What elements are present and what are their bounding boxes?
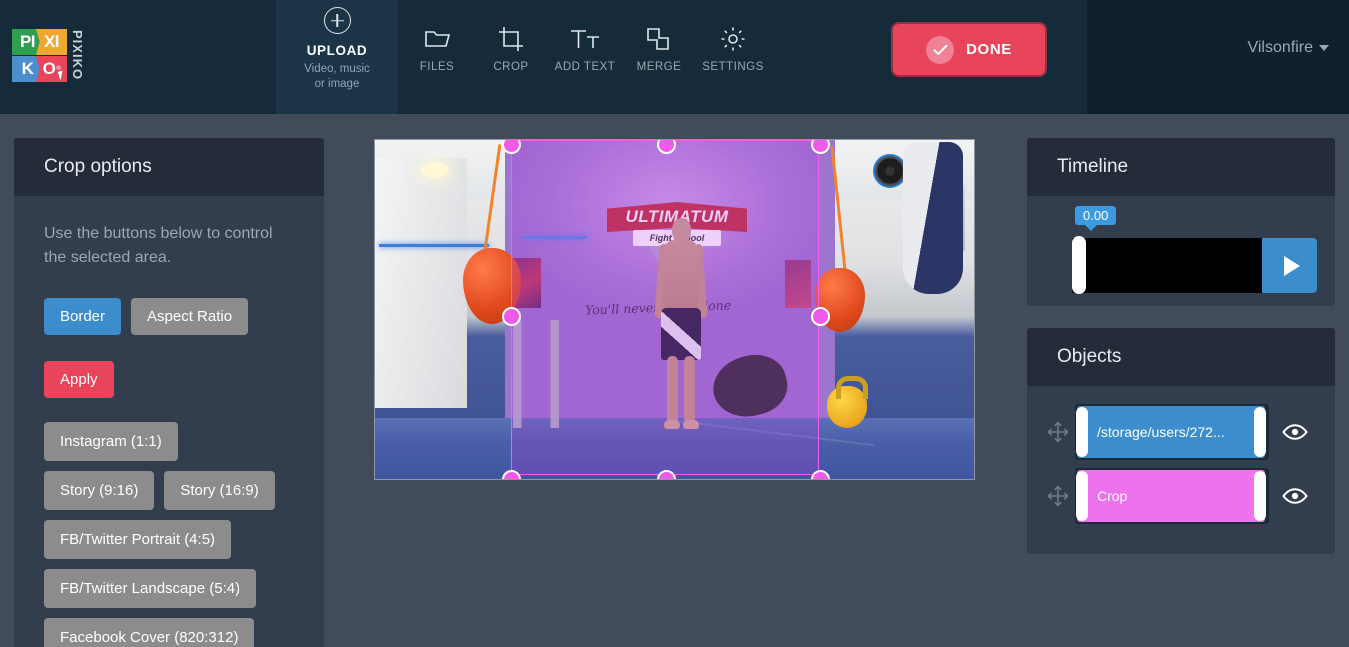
tool-label-merge: MERGE [636,61,682,73]
upload-subtitle: Video, music or image [304,62,370,92]
tool-label-add-text: ADD TEXT [554,61,616,73]
eye-icon[interactable] [1269,487,1321,505]
kettlebell [827,376,868,428]
tool-add-text[interactable]: ADD TEXT [548,22,622,73]
object-label-media: /storage/users/272... [1097,424,1225,440]
panel-title: Crop options [44,156,152,177]
preset-fb-twitter-landscape-5-4[interactable]: FB/Twitter Landscape (5:4) [44,569,257,608]
play-icon [1283,255,1300,276]
wall-fan [873,154,907,188]
upload-subtitle-line2: or image [314,78,360,90]
app-logo[interactable]: PI XI K O ® PIXIKO [12,29,92,83]
tool-settings[interactable]: SETTINGS [696,22,770,73]
preset-story-16-9[interactable]: Story (16:9) [164,471,275,510]
chevron-down-icon [1319,45,1329,51]
heavy-punching-bag [903,142,963,294]
objects-panel: Objects /storage/users/272... Crop [1027,328,1335,554]
objects-header: Objects [1027,328,1335,386]
timeline-body: 0.00 [1027,196,1335,306]
tool-files[interactable]: FILES [400,22,474,73]
crop-handle-top-center[interactable] [657,140,676,154]
object-bar-media[interactable]: /storage/users/272... [1076,406,1266,458]
folder-icon [424,22,451,56]
neon-strip-left [379,244,489,247]
object-row-crop: Crop [1041,468,1321,524]
crop-mode-buttons: Border Aspect Ratio [44,298,294,335]
crop-options-hint: Use the buttons below to control the sel… [44,225,273,266]
user-menu[interactable]: Vilsonfire [1247,39,1329,57]
object-track-crop[interactable]: Crop [1075,468,1269,524]
preset-story-9-16[interactable]: Story (9:16) [44,471,155,510]
object-bar-crop[interactable]: Crop [1076,470,1266,522]
toolbar: FILES CROP ADD TEXT MERGE SETTINGS [400,22,770,73]
move-icon[interactable] [1041,485,1075,507]
crop-options-header: Crop options [14,138,324,196]
crop-options-panel: Crop options Use the buttons below to co… [14,138,324,647]
crop-handle-bottom-center[interactable] [657,470,676,479]
object-resize-handle-right[interactable] [1254,407,1266,457]
timeline-playhead[interactable] [1072,236,1086,294]
object-row-media: /storage/users/272... [1041,404,1321,460]
tool-label-crop: CROP [493,61,529,73]
object-resize-handle-left[interactable] [1076,471,1088,521]
object-track-media[interactable]: /storage/users/272... [1075,404,1269,460]
play-button[interactable] [1262,238,1317,293]
tool-merge[interactable]: MERGE [622,22,696,73]
object-resize-handle-left[interactable] [1076,407,1088,457]
eye-icon[interactable] [1269,423,1321,441]
objects-body: /storage/users/272... Crop [1027,386,1335,554]
timeline-panel: Timeline 0.00 [1027,138,1335,306]
timeline-track[interactable] [1072,238,1262,293]
app-header: PI XI K O ® PIXIKO UPLOAD Video, music or… [0,0,1349,114]
tool-label-settings: SETTINGS [702,61,764,73]
tool-crop[interactable]: CROP [474,22,548,73]
move-icon[interactable] [1041,421,1075,443]
upload-button[interactable]: UPLOAD Video, music or image [276,0,398,114]
objects-title: Objects [1057,346,1122,367]
right-column: Timeline 0.00 Objects /storage/users/272… [1027,138,1335,576]
pixiko-editor-app: PI XI K O ® PIXIKO UPLOAD Video, music or… [0,0,1349,647]
preset-facebook-cover-820-312[interactable]: Facebook Cover (820:312) [44,618,255,647]
crop-handle-top-left[interactable] [502,140,521,154]
video-canvas[interactable]: ULTIMATUM Fight School You'll never walk… [374,139,975,480]
apply-row: Apply [44,361,294,398]
crop-options-body: Use the buttons below to control the sel… [14,196,324,647]
aspect-preset-list: Instagram (1:1) Story (9:16) Story (16:9… [44,422,294,647]
text-size-icon [569,22,601,56]
preset-fb-twitter-portrait-4-5[interactable]: FB/Twitter Portrait (4:5) [44,520,232,559]
apply-button[interactable]: Apply [44,361,114,398]
logo-vertical-text: PIXIKO [70,30,85,81]
gear-icon [720,22,746,56]
plus-circle-icon [323,7,351,34]
gym-curtain [375,158,467,408]
check-circle-icon [926,35,955,64]
logo-grid: PI XI K O ® [12,29,67,83]
merge-squares-icon [646,22,672,56]
tool-label-files: FILES [419,61,455,73]
crop-handle-middle-left[interactable] [502,307,521,326]
preset-instagram-1-1[interactable]: Instagram (1:1) [44,422,178,461]
timeline-title: Timeline [1057,156,1129,177]
done-button[interactable]: DONE [891,22,1047,77]
crop-selection-box[interactable] [502,140,830,479]
aspect-ratio-button[interactable]: Aspect Ratio [131,298,249,335]
object-resize-handle-right[interactable] [1254,471,1266,521]
current-time-badge: 0.00 [1075,206,1117,231]
timeline-header: Timeline [1027,138,1335,196]
logo-cell-xi: XI [36,29,67,55]
border-button[interactable]: Border [44,298,122,335]
upload-subtitle-line1: Video, music [304,63,370,75]
upload-title: UPLOAD [306,43,368,58]
crop-handle-middle-right[interactable] [811,307,830,326]
crop-icon [498,22,524,56]
user-menu-label: Vilsonfire [1247,39,1313,56]
ceiling-light [421,162,449,178]
crop-handle-bottom-left[interactable] [502,470,521,479]
done-label: DONE [966,41,1012,58]
